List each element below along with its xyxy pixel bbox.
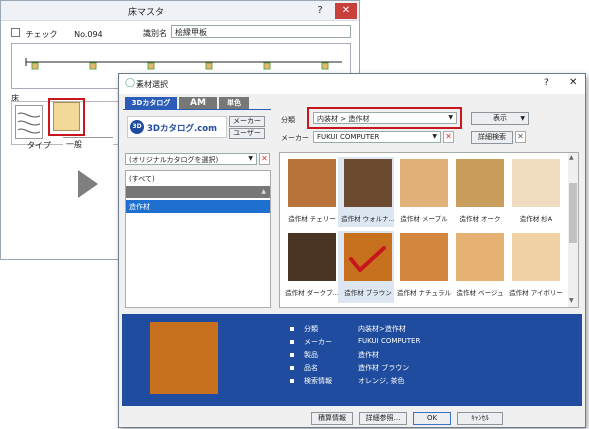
close-button[interactable]: ✕	[335, 3, 357, 19]
type-value[interactable]: 一般	[63, 137, 113, 150]
clear-maker-icon[interactable]: ✕	[443, 131, 454, 143]
window-title: 床マスタ	[127, 8, 164, 18]
scroll-down-icon[interactable]: ▼	[569, 297, 574, 304]
info-key: 分類	[304, 325, 318, 333]
material-select-dialog: ◯ 素材選択 ? ✕ 3Dカタログ AM 単色 3D 3Dカタログ.com メー…	[118, 73, 586, 428]
display-button[interactable]: 表示 ▼	[471, 112, 529, 125]
detail-ref-button[interactable]: 詳細参照...	[359, 412, 407, 425]
tab-underline	[123, 109, 271, 110]
swatch-label: 造作材 アイボリー	[509, 289, 563, 297]
collapse-icon: ▲	[261, 188, 266, 195]
info-key: 検索情報	[304, 377, 332, 385]
tab-solid-color[interactable]: 単色	[219, 97, 249, 109]
tree-item-zousakuzai[interactable]: 造作材	[126, 200, 270, 213]
bullet-icon	[290, 327, 294, 331]
category-label: 分類	[281, 116, 295, 124]
catalog-logo-text: 3Dカタログ.com	[147, 124, 217, 134]
material-swatch[interactable]	[512, 233, 560, 281]
catalog-logo-icon: 3D	[130, 120, 144, 134]
bullet-icon	[290, 366, 294, 370]
clear-catalog-icon[interactable]: ✕	[259, 153, 270, 165]
detail-search-button[interactable]: 詳細検索	[471, 131, 513, 144]
dialog-title-bar: ◯ 素材選択 ? ✕	[119, 74, 585, 94]
catalog-logo: 3D 3Dカタログ.com	[127, 116, 227, 138]
tab-am[interactable]: AM	[179, 97, 217, 109]
display-label: 表示	[493, 114, 507, 122]
arrow-right-icon	[78, 170, 98, 198]
swatch-label: 造作材 ブラウン	[344, 289, 392, 297]
category-highlight	[307, 107, 462, 129]
type-label: タイプ	[27, 141, 51, 150]
scroll-up-icon[interactable]: ▲	[569, 154, 574, 161]
swatch-label: 造作材 ウォルナ...	[341, 215, 395, 223]
material-swatch[interactable]	[288, 233, 336, 281]
maker-button[interactable]: メーカー	[229, 116, 265, 127]
info-value: オレンジ, 茶色	[358, 377, 405, 385]
tree-group-header[interactable]: ▲	[126, 186, 270, 198]
material-swatch[interactable]	[288, 159, 336, 207]
check-label: チェック	[25, 30, 58, 39]
pattern-thumb[interactable]	[15, 105, 43, 139]
bullet-icon	[290, 353, 294, 357]
check-row: チェック No.094	[11, 28, 103, 40]
info-key: 品名	[304, 364, 318, 372]
info-value: FUKUI COMPUTER	[358, 337, 421, 345]
preview-swatch	[150, 322, 218, 394]
estimate-info-button[interactable]: 積算情報	[311, 412, 353, 425]
user-button[interactable]: ユーザー	[229, 128, 265, 139]
swatch-grid: ▲ ▼ 造作材 チェリー 造作材 ウォルナ... 造作材 メープル 造作材 オーク 造作…	[279, 152, 579, 308]
material-swatch[interactable]	[400, 159, 448, 207]
swatch-label: 造作材 ナチュラル	[396, 289, 452, 297]
info-key: 製品	[304, 351, 318, 359]
material-thumb[interactable]	[53, 102, 80, 131]
dialog-close-button[interactable]: ✕	[569, 77, 577, 88]
cancel-button[interactable]: ｷｬﾝｾﾙ	[457, 412, 503, 425]
app-icon: ◯	[125, 78, 136, 88]
catalog-select[interactable]: (オリジナルカタログを選択) ▼	[125, 153, 257, 165]
material-swatch[interactable]	[512, 159, 560, 207]
maker-value: FUKUI COMPUTER	[317, 133, 380, 141]
chevron-down-icon: ▼	[520, 115, 525, 122]
material-swatch[interactable]	[400, 233, 448, 281]
tree-item-all[interactable]: (すべて)	[129, 174, 155, 184]
name-label: 識別名	[143, 29, 167, 38]
info-value: 内装材>造作材	[358, 325, 406, 333]
swatch-label: 造作材 チェリー	[288, 215, 336, 223]
title-bar: 床マスタ ? ✕	[1, 1, 359, 21]
chevron-down-icon: ▼	[432, 133, 437, 140]
swatch-label: 造作材 杉A	[519, 215, 553, 223]
scrollbar[interactable]: ▲ ▼	[568, 153, 578, 307]
ok-button[interactable]: OK	[413, 412, 451, 425]
scrollbar-thumb[interactable]	[569, 183, 577, 243]
info-key: メーカー	[304, 338, 332, 346]
dialog-help-button[interactable]: ?	[544, 78, 549, 88]
record-number: No.094	[74, 30, 103, 39]
info-value: 造作材 ブラウン	[358, 364, 410, 372]
swatch-label: 造作材 メープル	[400, 215, 448, 223]
material-swatch[interactable]	[456, 159, 504, 207]
dialog-title: 素材選択	[136, 80, 168, 89]
name-input[interactable]: 桧縁甲板	[171, 25, 351, 38]
catalog-select-value: (オリジナルカタログを選択)	[129, 156, 219, 164]
clear-search-icon[interactable]: ✕	[515, 131, 526, 143]
info-panel: 分類 内装材>造作材メーカー FUKUI COMPUTER 製品 造作材品名 造作材 ブラ…	[122, 314, 582, 406]
check-mark-icon	[349, 246, 386, 272]
swatch-label: 造作材 ベージュ	[456, 289, 504, 297]
swatch-label: 造作材 ダークブ...	[285, 289, 339, 297]
bullet-icon	[290, 340, 294, 344]
maker-select[interactable]: FUKUI COMPUTER ▼	[313, 131, 441, 143]
material-swatch[interactable]	[456, 233, 504, 281]
catalog-tree: (すべて) ▲ 造作材	[125, 170, 271, 308]
maker-label: メーカー	[281, 134, 309, 142]
tab-3d-catalog[interactable]: 3Dカタログ	[125, 97, 177, 109]
material-swatch[interactable]	[344, 159, 392, 207]
check-checkbox[interactable]	[11, 28, 20, 37]
info-value: 造作材	[358, 351, 379, 359]
chevron-down-icon: ▼	[248, 155, 253, 162]
help-button[interactable]: ?	[309, 3, 331, 19]
bullet-icon	[290, 379, 294, 383]
swatch-label: 造作材 オーク	[459, 215, 501, 223]
